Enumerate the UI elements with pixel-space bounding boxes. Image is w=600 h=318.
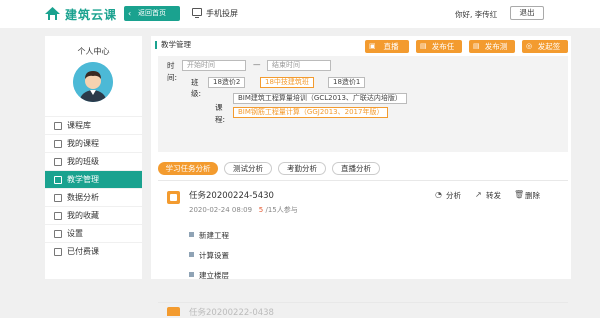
task-icon: ▤ [420,42,427,50]
class-tag[interactable]: 18造价2 [208,77,246,88]
sidebar-item-my-courses[interactable]: 我的课程 [45,134,142,152]
participants-count: 5 [258,206,264,214]
star-icon [54,212,62,220]
class-tag[interactable]: 18造价1 [328,77,366,88]
task-meta: 2020-02-24 08:09 5 /15人参与 [189,205,298,215]
participants-total: /15人参与 [265,206,298,214]
class-icon [54,158,62,166]
delete-button[interactable]: 🗑 删除 [514,190,540,201]
analyze-button[interactable]: ◔ 分析 [435,190,461,201]
section-title: 教学管理 [155,41,191,49]
publish-test-button[interactable]: ▤ 发布测 [469,40,515,53]
course-tag-selected[interactable]: BIM钢筋工程量计算（GGJ2013、2017年版） [233,107,389,118]
logo-text: 建筑云课 [65,8,118,22]
sidebar-item-label: 教学管理 [67,175,99,184]
sign-in-icon: ◎ [526,42,533,50]
sidebar-item-label: 数据分析 [67,193,99,202]
task-step[interactable]: 新建工程 [189,230,229,241]
course-tag[interactable]: BIM建筑工程算量培训（GCL2013、广联达内培版） [233,93,407,104]
live-button[interactable]: ▣ 直播 [365,40,409,53]
delete-label: 删除 [525,191,540,200]
next-task-title[interactable]: 任务20200222-0438 [189,306,274,318]
sign-in-button[interactable]: ◎ 发起签 [522,40,568,53]
task-doc-icon [167,307,180,316]
tab-test-analysis[interactable]: 测试分析 [224,162,272,175]
range-dash: — [253,60,261,69]
live-label: 直播 [383,42,399,51]
analyze-icon: ◔ [435,190,442,199]
task-datetime: 2020-02-24 08:09 [189,206,253,214]
box-icon [54,122,62,130]
test-icon: ▤ [473,42,480,50]
class-label: 班 级: [191,78,202,98]
task-step[interactable]: 建立楼层 [189,270,229,281]
divider [158,180,568,181]
end-time-input[interactable]: 结束时间 [267,60,331,71]
return-home-label: 返回首页 [138,9,166,17]
top-bar: 建筑云课 ‹ 返回首页 手机投屏 你好, 李传红 退出 [0,0,600,28]
logo-icon [45,7,60,20]
avatar[interactable] [73,62,113,102]
avatar-image [73,62,113,102]
publish-task-label: 发布任 [431,42,455,51]
manage-icon [54,176,62,184]
next-task-card: 任务20200222-0438 [158,302,568,318]
sidebar-menu: 课程库 我的课程 我的班级 教学管理 数据分析 我的收藏 设置 已付费课 [45,116,142,260]
return-home-button[interactable]: ‹ 返回首页 [124,6,180,21]
book-icon [54,140,62,148]
chart-icon [54,194,62,202]
gear-icon [54,230,62,238]
filter-panel: 时 间: 开始时间 — 结束时间 班 级: 18造价2 18中技建筑班 18造价… [158,56,568,152]
sidebar-item-settings[interactable]: 设置 [45,224,142,242]
publish-task-button[interactable]: ▤ 发布任 [416,40,462,53]
paid-icon [54,248,62,256]
screen-cast-icon[interactable] [192,8,202,18]
task-doc-icon [167,191,180,204]
sidebar-item-label: 已付费课 [67,247,99,256]
sidebar-item-label: 课程库 [67,121,91,130]
screen-cast-link[interactable]: 手机投屏 [206,8,238,19]
sidebar-item-label: 设置 [67,229,83,238]
tab-learning-task-analysis[interactable]: 学习任务分析 [158,162,218,175]
forward-button[interactable]: ↗ 转发 [475,190,501,201]
back-arrow-icon: ‹ [128,9,132,18]
sign-in-label: 发起签 [537,42,561,51]
trash-icon: 🗑 [514,190,525,199]
sidebar-item-label: 我的班级 [67,157,99,166]
sidebar: 个人中心 课程库 我的课程 我的班级 教学管理 数据分析 我的收藏 设置 已付费… [45,36,142,279]
share-icon: ↗ [475,190,482,199]
publish-test-label: 发布测 [484,42,508,51]
task-step[interactable]: 计算设置 [189,250,229,261]
course-label: 课 程: [215,103,226,124]
logout-button[interactable]: 退出 [510,6,544,20]
class-tag-selected[interactable]: 18中技建筑班 [260,77,314,88]
main-panel: 教学管理 ▣ 直播 ▤ 发布任 ▤ 发布测 ◎ 发起签 时 间: 开始时间 — … [151,36,571,318]
sidebar-item-paid-courses[interactable]: 已付费课 [45,242,142,260]
task-card: 任务20200224-5430 2020-02-24 08:09 5 /15人参… [165,186,565,281]
sidebar-item-data-analysis[interactable]: 数据分析 [45,188,142,206]
sidebar-item-my-classes[interactable]: 我的班级 [45,152,142,170]
time-label: 时 间: [167,61,178,82]
forward-label: 转发 [486,191,501,200]
tab-live-analysis[interactable]: 直播分析 [332,162,380,175]
sidebar-item-label: 我的收藏 [67,211,99,220]
sidebar-title: 个人中心 [77,47,110,56]
live-icon: ▣ [369,42,376,50]
tab-attendance-analysis[interactable]: 考勤分析 [278,162,326,175]
analyze-label: 分析 [446,191,461,200]
sidebar-item-teaching-management[interactable]: 教学管理 [45,170,142,188]
user-greeting: 你好, 李传红 [455,10,498,19]
task-title[interactable]: 任务20200224-5430 [189,189,274,201]
sidebar-item-my-favorites[interactable]: 我的收藏 [45,206,142,224]
sidebar-item-course-library[interactable]: 课程库 [45,116,142,134]
sidebar-item-label: 我的课程 [67,139,99,148]
start-time-input[interactable]: 开始时间 [182,60,246,71]
